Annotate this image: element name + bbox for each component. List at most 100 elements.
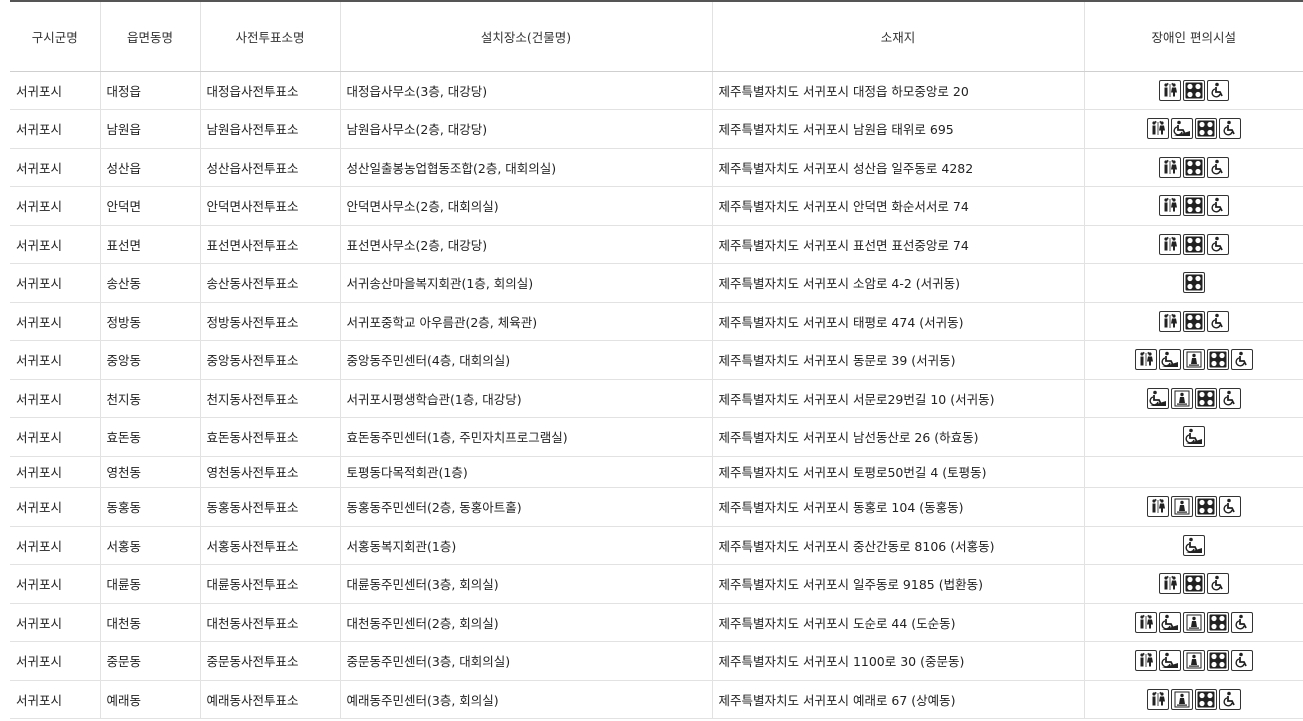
- cell-address: 제주특별자치도 서귀포시 중산간동로 8106 (서홍동): [711, 526, 1084, 565]
- accessible-parking-icon: [1206, 573, 1229, 594]
- facility-icons: [1146, 688, 1241, 710]
- header-dong: 읍면동명: [99, 0, 200, 72]
- cell-facilities: [1083, 109, 1303, 149]
- restroom-icon: [1158, 156, 1181, 178]
- accessible-parking-icon: [1230, 611, 1253, 633]
- facility-icons: [1146, 118, 1241, 139]
- cell-dong: 동홍동: [99, 487, 200, 527]
- cell-station: 효돈동사전투표소: [199, 417, 340, 457]
- wheelchair-ramp-icon: [1170, 118, 1193, 139]
- cell-station: 송산동사전투표소: [199, 263, 340, 303]
- cell-dong: 성산읍: [99, 148, 200, 187]
- cell-facilities: [1083, 641, 1303, 681]
- header-place: 설치장소(건물명): [339, 0, 712, 72]
- cell-sigungu: 서귀포시: [10, 186, 100, 226]
- cell-dong: 정방동: [99, 302, 200, 341]
- accessible-parking-icon: [1206, 156, 1229, 178]
- braille-block-icon: [1206, 650, 1229, 671]
- cell-sigungu: 서귀포시: [10, 263, 100, 303]
- table-row: 서귀포시 중문동 중문동사전투표소 중문동주민센터(3층, 대회의실) 제주특별자치도 …: [10, 641, 1303, 681]
- cell-dong: 효돈동: [99, 417, 200, 457]
- cell-dong: 남원읍: [99, 109, 200, 149]
- facility-icons: [1158, 195, 1229, 216]
- cell-address: 제주특별자치도 서귀포시 1100로 30 (중문동): [711, 641, 1084, 681]
- cell-sigungu: 서귀포시: [10, 148, 100, 187]
- cell-sigungu: 서귀포시: [10, 526, 100, 565]
- cell-address: 제주특별자치도 서귀포시 예래로 67 (상예동): [711, 680, 1084, 719]
- cell-address: 제주특별자치도 서귀포시 일주동로 9185 (법환동): [711, 564, 1084, 604]
- cell-address: 제주특별자치도 서귀포시 소암로 4-2 (서귀동): [711, 263, 1084, 303]
- cell-sigungu: 서귀포시: [10, 603, 100, 642]
- cell-dong: 안덕면: [99, 186, 200, 226]
- cell-facilities: [1083, 340, 1303, 380]
- cell-dong: 대정읍: [99, 71, 200, 110]
- wheelchair-ramp-icon: [1146, 387, 1169, 409]
- cell-sigungu: 서귀포시: [10, 302, 100, 341]
- braille-block-icon: [1206, 611, 1229, 633]
- facility-icons: [1146, 496, 1241, 517]
- braille-block-icon: [1194, 387, 1217, 409]
- cell-dong: 영천동: [99, 456, 200, 488]
- table-row: 서귀포시 효돈동 효돈동사전투표소 효돈동주민센터(1층, 주민자치프로그램실) 제주특…: [10, 417, 1303, 457]
- restroom-icon: [1158, 233, 1181, 255]
- accessible-parking-icon: [1230, 650, 1253, 671]
- elevator-icon: [1182, 611, 1205, 633]
- cell-facilities: [1083, 148, 1303, 187]
- facility-icons: [1158, 233, 1229, 255]
- cell-place: 대정읍사무소(3층, 대강당): [339, 71, 712, 110]
- facility-icons: [1146, 387, 1241, 409]
- cell-dong: 예래동: [99, 680, 200, 719]
- table-row: 서귀포시 동홍동 동홍동사전투표소 동홍동주민센터(2층, 동홍아트홀) 제주특별자치도…: [10, 487, 1303, 527]
- facility-icons: [1158, 79, 1229, 101]
- cell-facilities: [1083, 456, 1303, 488]
- cell-station: 천지동사전투표소: [199, 379, 340, 418]
- braille-block-icon: [1182, 156, 1205, 178]
- facility-icons: [1158, 310, 1229, 332]
- cell-station: 성산읍사전투표소: [199, 148, 340, 187]
- cell-station: 동홍동사전투표소: [199, 487, 340, 527]
- cell-station: 대천동사전투표소: [199, 603, 340, 642]
- table-row: 서귀포시 서홍동 서홍동사전투표소 서홍동복지회관(1층) 제주특별자치도 서귀포시 중…: [10, 526, 1303, 565]
- cell-address: 제주특별자치도 서귀포시 남선동산로 26 (하효동): [711, 417, 1084, 457]
- cell-address: 제주특별자치도 서귀포시 안덕면 화순서서로 74: [711, 186, 1084, 226]
- cell-station: 대정읍사전투표소: [199, 71, 340, 110]
- polling-station-table-container: 구시군명 읍면동명 사전투표소명 설치장소(건물명) 소재지 장애인 편의시설 …: [10, 0, 1303, 719]
- cell-address: 제주특별자치도 서귀포시 토평로50번길 4 (토평동): [711, 456, 1084, 488]
- cell-address: 제주특별자치도 서귀포시 동홍로 104 (동홍동): [711, 487, 1084, 527]
- cell-place: 표선면사무소(2층, 대강당): [339, 225, 712, 264]
- elevator-icon: [1170, 496, 1193, 517]
- cell-sigungu: 서귀포시: [10, 564, 100, 604]
- cell-dong: 송산동: [99, 263, 200, 303]
- cell-dong: 서홍동: [99, 526, 200, 565]
- restroom-icon: [1146, 496, 1169, 517]
- wheelchair-ramp-icon: [1158, 650, 1181, 671]
- cell-station: 남원읍사전투표소: [199, 109, 340, 149]
- cell-sigungu: 서귀포시: [10, 487, 100, 527]
- braille-block-icon: [1194, 118, 1217, 139]
- table-row: 서귀포시 예래동 예래동사전투표소 예래동주민센터(3층, 회의실) 제주특별자치도 서…: [10, 680, 1303, 719]
- cell-dong: 대천동: [99, 603, 200, 642]
- braille-block-icon: [1206, 349, 1229, 370]
- cell-dong: 중앙동: [99, 340, 200, 380]
- cell-facilities: [1083, 564, 1303, 604]
- cell-sigungu: 서귀포시: [10, 379, 100, 418]
- accessible-parking-icon: [1206, 233, 1229, 255]
- cell-station: 영천동사전투표소: [199, 456, 340, 488]
- restroom-icon: [1158, 310, 1181, 332]
- facility-icons: [1158, 573, 1229, 594]
- cell-facilities: [1083, 417, 1303, 457]
- facility-icons: [1182, 534, 1205, 556]
- header-address: 소재지: [711, 0, 1084, 72]
- braille-block-icon: [1182, 79, 1205, 101]
- cell-address: 제주특별자치도 서귀포시 동문로 39 (서귀동): [711, 340, 1084, 380]
- braille-block-icon: [1182, 195, 1205, 216]
- cell-dong: 천지동: [99, 379, 200, 418]
- braille-block-icon: [1182, 272, 1205, 293]
- cell-place: 대천동주민센터(2층, 회의실): [339, 603, 712, 642]
- accessible-parking-icon: [1218, 387, 1241, 409]
- cell-dong: 중문동: [99, 641, 200, 681]
- braille-block-icon: [1182, 233, 1205, 255]
- cell-facilities: [1083, 71, 1303, 110]
- accessible-parking-icon: [1206, 195, 1229, 216]
- restroom-icon: [1158, 195, 1181, 216]
